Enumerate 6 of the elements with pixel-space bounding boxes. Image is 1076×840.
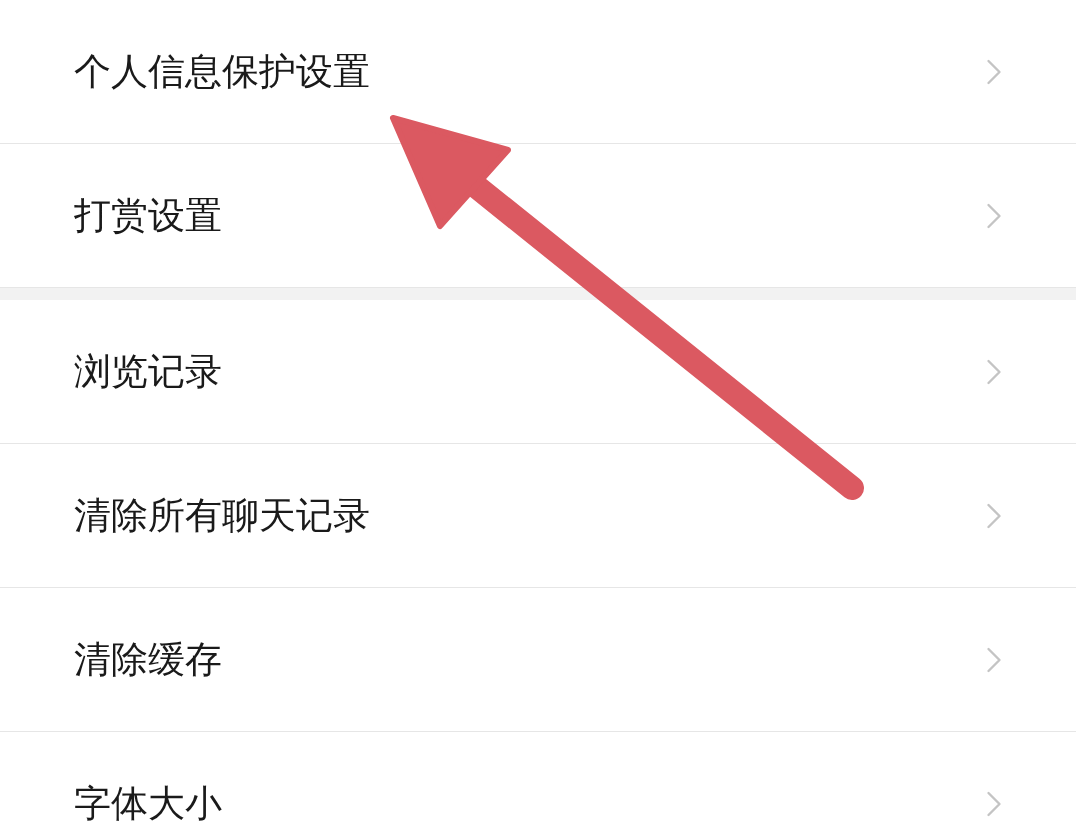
row-label: 浏览记录 xyxy=(74,348,222,395)
row-label: 打赏设置 xyxy=(74,192,222,239)
row-label: 字体大小 xyxy=(74,780,222,827)
row-label: 个人信息保护设置 xyxy=(74,48,370,95)
row-label: 清除所有聊天记录 xyxy=(74,492,370,539)
row-label: 清除缓存 xyxy=(74,636,222,683)
